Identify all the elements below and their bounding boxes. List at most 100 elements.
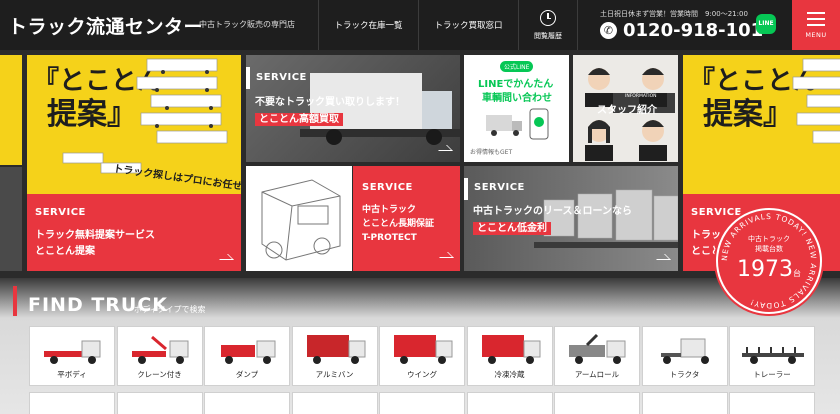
crane-truck-icon bbox=[131, 335, 188, 364]
body-type-tile[interactable]: ウイング bbox=[379, 326, 465, 386]
badge-label: 中古トラック 掲載台数 bbox=[718, 234, 820, 254]
body-type-label: 平ボディ bbox=[57, 370, 87, 379]
badge-count-value: 1973 bbox=[737, 257, 793, 282]
body-type-tile-row2[interactable] bbox=[291, 392, 378, 414]
body-type-tile[interactable]: トレーラー bbox=[729, 326, 815, 386]
proposal-quote-line2: 提案』 bbox=[47, 97, 137, 132]
dump-truck-icon bbox=[221, 340, 276, 364]
line-official-badge: 公式LINE bbox=[500, 61, 534, 72]
body-type-label: トラクタ bbox=[669, 370, 700, 379]
buyback-line2: とことん高額買取 bbox=[255, 112, 343, 127]
arrow-right-icon bbox=[214, 254, 234, 260]
clock-icon bbox=[540, 9, 556, 26]
truck-line-drawing bbox=[261, 179, 341, 261]
service-tag: SERVICE bbox=[256, 72, 307, 83]
menu-button[interactable]: MENU bbox=[792, 0, 840, 50]
lease-line2: とことん低金利 bbox=[473, 221, 551, 236]
body-type-tile-row2[interactable] bbox=[379, 392, 465, 414]
line-inquiry-line1: LINEでかんたん bbox=[478, 79, 554, 90]
body-type-tile-row2[interactable] bbox=[729, 392, 815, 414]
business-hours: 土日祝日休まず営業！営業時間 9:00～21:00 bbox=[600, 10, 748, 18]
wing-truck-icon bbox=[394, 335, 453, 364]
proposal-quote-line2-right: 提案』 bbox=[703, 97, 793, 132]
badge-label-line1: 中古トラック bbox=[748, 235, 790, 243]
body-type-tile[interactable]: 冷凍冷蔵 bbox=[466, 326, 553, 386]
lease-line1: 中古トラックのリース＆ローンなら bbox=[473, 206, 632, 217]
banner-lease[interactable]: SERVICE 中古トラックのリース＆ローンなら とことん低金利 bbox=[464, 166, 678, 271]
tractor-head-icon bbox=[660, 338, 709, 364]
line-inquiry-line2: 車輌問い合わせ bbox=[482, 93, 552, 104]
banner-staff[interactable]: INFORMATION スタッフ紹介 bbox=[573, 55, 678, 162]
service-tag: SERVICE bbox=[474, 182, 525, 193]
protect-line1: 中古トラック bbox=[362, 205, 417, 215]
banner-grid: 『とことん 提案』 トラック探しはプロにお任せ! SERVICE トラック無料提… bbox=[0, 50, 840, 278]
body-type-tile[interactable]: トラクタ bbox=[641, 326, 728, 386]
refrigerated-truck-icon bbox=[481, 335, 540, 364]
page: トラック流通センター 中古トラック販売の専門店 トラック在庫一覧 トラック買取窓… bbox=[0, 0, 840, 414]
banner-edge-left-bottom[interactable] bbox=[0, 167, 22, 271]
phone-icon: ✆ bbox=[600, 22, 617, 39]
banner-proposal-service[interactable]: SERVICE トラック無料提案サービス とことん提案 bbox=[27, 194, 241, 271]
body-type-tile[interactable]: アルミバン bbox=[291, 326, 378, 386]
site-logo[interactable]: トラック流通センター bbox=[8, 12, 203, 39]
banner-line-inquiry[interactable]: 公式LINE LINEでかんたん 車輌問い合わせ お得情報もGET bbox=[464, 55, 569, 162]
protect-line3: T-PROTECT bbox=[362, 233, 417, 243]
body-type-tile[interactable]: アームロール bbox=[554, 326, 640, 386]
banner-protect-image[interactable] bbox=[246, 166, 352, 271]
menu-label: MENU bbox=[805, 31, 827, 39]
badge-count: 1973台 bbox=[718, 257, 820, 282]
find-truck-section: FIND TRUCK ボディタイプで検索 平ボディ クレーン付き ダンプ アルミバンウ… bbox=[0, 278, 840, 414]
body-type-label: ウイング bbox=[407, 370, 437, 379]
staff-info-small: INFORMATION bbox=[625, 94, 657, 99]
service-tag: SERVICE bbox=[362, 182, 413, 193]
arm-roll-truck-icon bbox=[569, 333, 626, 364]
trailer-icon bbox=[742, 347, 804, 364]
banner-edge-left-top[interactable] bbox=[0, 55, 22, 165]
flatbed-truck-icon bbox=[44, 340, 101, 364]
body-type-tile[interactable]: 平ボディ bbox=[29, 326, 115, 386]
nav-truck-buyback[interactable]: トラック買取窓口 bbox=[418, 0, 518, 50]
truck-and-phone-icon bbox=[486, 108, 549, 140]
banner-proposal-image[interactable]: 『とことん 提案』 トラック探しはプロにお任せ! bbox=[27, 55, 241, 194]
site-header: トラック流通センター 中古トラック販売の専門店 トラック在庫一覧 トラック買取窓… bbox=[0, 0, 840, 50]
body-type-label: 冷凍冷蔵 bbox=[494, 370, 525, 379]
body-type-tile-row2[interactable] bbox=[466, 392, 553, 414]
body-type-tile[interactable]: ダンプ bbox=[204, 326, 290, 386]
body-type-label: アルミバン bbox=[315, 370, 354, 379]
phone-number[interactable]: ✆ 0120-918-101 bbox=[600, 20, 763, 41]
body-type-tile-row2[interactable] bbox=[29, 392, 115, 414]
inventory-count-badge[interactable]: NEW ARRIVALS TODAY! NEW ARRIVALS TODAY! … bbox=[716, 208, 822, 314]
body-type-tile-row2[interactable] bbox=[204, 392, 290, 414]
arrow-right-icon bbox=[434, 252, 454, 258]
body-type-label: トレーラー bbox=[753, 370, 791, 379]
site-tagline: 中古トラック販売の専門店 bbox=[199, 20, 295, 29]
staff-label: スタッフ紹介 bbox=[597, 105, 657, 116]
banner-buyback[interactable]: SERVICE 不要なトラック買い取りします！ とことん高額買取 bbox=[246, 55, 460, 162]
buyback-line1: 不要なトラック買い取りします！ bbox=[255, 97, 405, 108]
truck-fleet-illustration-right bbox=[792, 58, 840, 144]
aluminum-van-icon bbox=[306, 335, 365, 364]
body-type-tile-row2[interactable] bbox=[641, 392, 728, 414]
badge-label-line2: 掲載台数 bbox=[755, 245, 783, 253]
find-truck-subtitle: ボディタイプで検索 bbox=[134, 305, 206, 314]
nav-truck-inventory[interactable]: トラック在庫一覧 bbox=[318, 0, 418, 50]
body-type-tile-row2[interactable] bbox=[116, 392, 203, 414]
hamburger-icon bbox=[807, 12, 825, 26]
protect-line2: とことん長期保証 bbox=[362, 219, 435, 229]
body-type-label: ダンプ bbox=[235, 370, 259, 379]
line-button[interactable]: LINE bbox=[756, 14, 776, 34]
badge-count-unit: 台 bbox=[793, 269, 801, 278]
line-inquiry-note: お得情報もGET bbox=[470, 149, 513, 156]
service-tag: SERVICE bbox=[35, 207, 86, 218]
proposal-title-line2: とことん提案 bbox=[35, 246, 95, 257]
phone-number-text: 0120-918-101 bbox=[623, 20, 764, 41]
banner-proposal-image-right[interactable]: 『とことん 提案』 bbox=[683, 55, 840, 194]
body-type-label: アームロール bbox=[574, 370, 620, 379]
body-type-label: クレーン付き bbox=[137, 370, 182, 379]
body-type-tile-row2[interactable] bbox=[554, 392, 640, 414]
nav-browsing-history[interactable]: 閲覧履歴 bbox=[518, 0, 578, 50]
body-type-tile[interactable]: クレーン付き bbox=[116, 326, 203, 386]
nav-history-label: 閲覧履歴 bbox=[534, 31, 562, 40]
banner-protect-service[interactable]: SERVICE 中古トラック とことん長期保証 T-PROTECT bbox=[353, 166, 460, 271]
proposal-title-line1: トラック無料提案サービス bbox=[35, 230, 155, 241]
